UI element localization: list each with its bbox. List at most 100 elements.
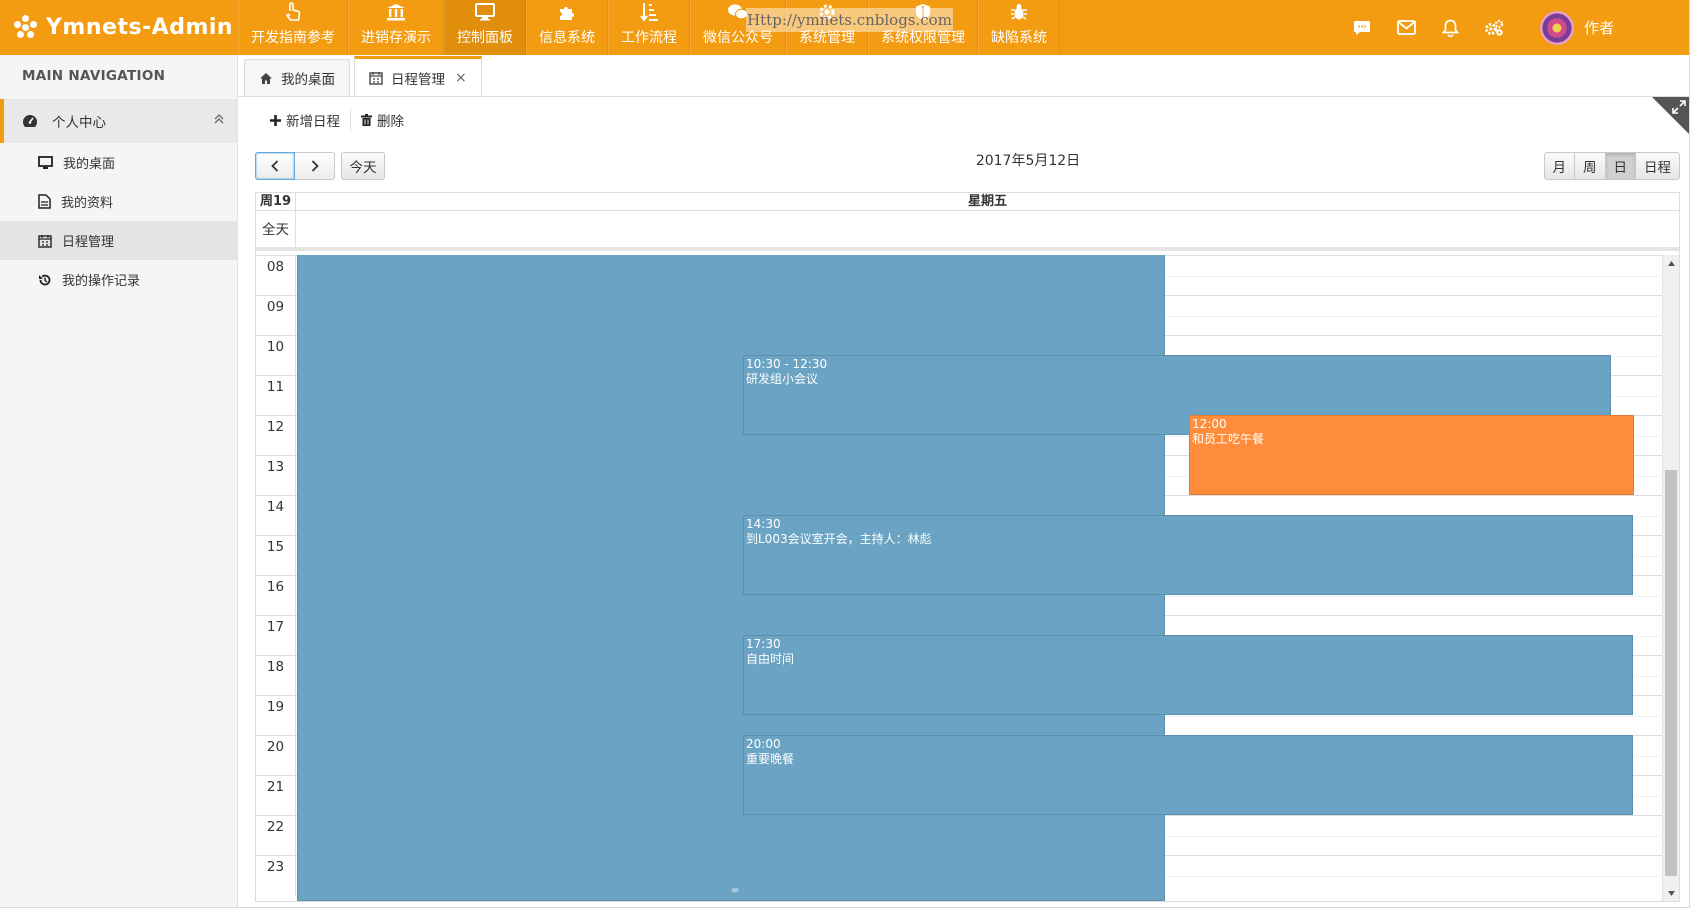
module-inventory[interactable]: 进销存演示	[348, 0, 444, 55]
delete-schedule-label: 删除	[377, 114, 404, 130]
module-label: 工作流程	[621, 30, 677, 46]
messages-button[interactable]	[1340, 0, 1384, 55]
hour-label: 20	[256, 736, 296, 776]
tab-label: 我的桌面	[281, 72, 335, 88]
event-time: 14:30	[746, 517, 781, 531]
history-icon	[39, 274, 51, 285]
close-tab-button[interactable]: ×	[455, 70, 467, 86]
event-title: 自由时间	[746, 652, 795, 666]
app-window: Ymnets-Admin 开发指南参考 进销存演示 控制面板 信息系统 工作流程…	[0, 0, 1690, 908]
view-month-button[interactable]: 月	[1543, 152, 1575, 180]
sidebar-header: MAIN NAVIGATION	[22, 68, 166, 84]
resize-handle[interactable]: =	[731, 883, 739, 898]
scroll-thumb[interactable]	[1665, 470, 1677, 876]
chevron-up-icon[interactable]	[213, 113, 225, 125]
calendar-icon	[38, 234, 52, 248]
notifications-button[interactable]	[1428, 0, 1472, 55]
day-calendar: 周19 星期五 全天 08 09 10 11 12 13 14 15 16 17 18 19 20 21 2…	[255, 192, 1680, 902]
envelope-icon	[1396, 20, 1416, 35]
calendar-nav	[255, 152, 335, 180]
chat-bubble-icon	[1354, 20, 1370, 35]
calendar-event[interactable]: 14:30 到L003会议室开会，主持人：林彪	[743, 515, 1633, 595]
add-schedule-button[interactable]: 新增日程	[260, 108, 350, 132]
time-grid: 08 09 10 11 12 13 14 15 16 17 18 19 20 21 22 23 = 10:30 -…	[256, 255, 1663, 901]
view-week-button[interactable]: 周	[1575, 152, 1606, 180]
all-day-row: 全天	[256, 211, 1679, 251]
module-dev-guide[interactable]: 开发指南参考	[238, 0, 348, 55]
calendar-event[interactable]: 20:00 重要晚餐	[743, 735, 1633, 815]
document-icon	[38, 194, 51, 209]
hour-label: 16	[256, 576, 296, 616]
hour-label: 22	[256, 816, 296, 856]
event-title: 重要晚餐	[746, 752, 795, 766]
chevron-left-icon	[271, 160, 279, 172]
sidebar-group-personal-center[interactable]: 个人中心	[0, 99, 237, 143]
sidebar-item-my-desktop[interactable]: 我的桌面	[0, 143, 237, 182]
mail-button[interactable]	[1384, 0, 1428, 55]
calendar-event[interactable]: 12:00 和员工吃午餐	[1189, 415, 1634, 495]
schedule-page: 新增日程 删除 今天 2017年5月12日 月 周 日 日程 周19 星期五 全…	[238, 96, 1689, 907]
user-name: 作者	[1584, 19, 1615, 37]
trash-icon	[361, 113, 372, 126]
logo[interactable]: Ymnets-Admin	[14, 12, 233, 42]
sidebar-item-label: 日程管理	[62, 235, 115, 250]
settings-button[interactable]	[1472, 0, 1516, 55]
avatar	[1540, 10, 1574, 45]
hour-label: 21	[256, 776, 296, 816]
tab-my-desktop[interactable]: 我的桌面	[244, 59, 350, 96]
prev-day-button[interactable]	[255, 152, 295, 180]
home-icon	[260, 72, 272, 84]
user-menu[interactable]: 作者	[1540, 10, 1689, 45]
module-info-system[interactable]: 信息系统	[526, 0, 608, 55]
all-day-slot[interactable]	[296, 211, 1679, 247]
event-time: 20:00	[746, 737, 781, 751]
tab-label: 日程管理	[391, 71, 445, 88]
all-day-label: 全天	[256, 211, 296, 247]
sidebar: MAIN NAVIGATION 个人中心 我的桌面 我的资料 日程管理 我的操作…	[0, 55, 238, 907]
tab-schedule[interactable]: 日程管理 ×	[354, 56, 482, 96]
delete-schedule-button[interactable]: 删除	[351, 108, 414, 132]
module-label: 控制面板	[457, 30, 513, 46]
hour-label: 12	[256, 416, 296, 456]
bank-icon	[386, 1, 406, 23]
chevron-right-icon	[311, 160, 319, 172]
sidebar-item-my-profile[interactable]: 我的资料	[0, 182, 237, 221]
event-time: 17:30	[746, 637, 781, 651]
module-workflow[interactable]: 工作流程	[608, 0, 690, 55]
event-title: 研发组小会议	[746, 372, 819, 386]
puzzle-icon	[558, 1, 576, 23]
calendar-icon	[369, 71, 383, 85]
bell-icon	[1441, 19, 1459, 37]
expand-icon[interactable]	[1672, 100, 1686, 114]
module-defects[interactable]: 缺陷系统	[978, 0, 1060, 55]
dashboard-icon	[23, 115, 37, 127]
scroll-down-arrow[interactable]	[1663, 885, 1680, 901]
today-button[interactable]: 今天	[341, 152, 385, 180]
event-time: 10:30 - 12:30	[746, 357, 828, 371]
module-label: 开发指南参考	[251, 30, 335, 46]
event-title: 和员工吃午餐	[1192, 432, 1265, 446]
hour-label: 23	[256, 856, 296, 896]
hour-label: 09	[256, 296, 296, 336]
scrollbar[interactable]	[1662, 255, 1679, 901]
view-switcher: 月 周 日 日程	[1543, 152, 1680, 180]
sidebar-item-label: 我的操作记录	[62, 274, 141, 289]
view-day-button[interactable]: 日	[1605, 152, 1636, 180]
module-label: 进销存演示	[361, 30, 431, 46]
header-actions: 作者	[1340, 0, 1689, 55]
hour-label: 15	[256, 536, 296, 576]
sidebar-item-label: 我的桌面	[63, 157, 116, 172]
monitor-icon	[475, 1, 495, 23]
hand-pointer-icon	[284, 1, 302, 23]
sidebar-item-schedule[interactable]: 日程管理	[0, 221, 237, 260]
module-control-panel[interactable]: 控制面板	[444, 0, 526, 55]
event-title: 到L003会议室开会，主持人：林彪	[746, 532, 932, 546]
view-agenda-button[interactable]: 日程	[1636, 152, 1680, 180]
calendar-event[interactable]: 17:30 自由时间	[743, 635, 1633, 715]
scroll-up-arrow[interactable]	[1663, 255, 1680, 271]
brand-name: Ymnets-Admin	[46, 14, 234, 40]
sidebar-item-operation-log[interactable]: 我的操作记录	[0, 260, 237, 299]
module-label: 缺陷系统	[991, 30, 1047, 46]
next-day-button[interactable]	[295, 152, 335, 180]
hour-label: 11	[256, 376, 296, 416]
